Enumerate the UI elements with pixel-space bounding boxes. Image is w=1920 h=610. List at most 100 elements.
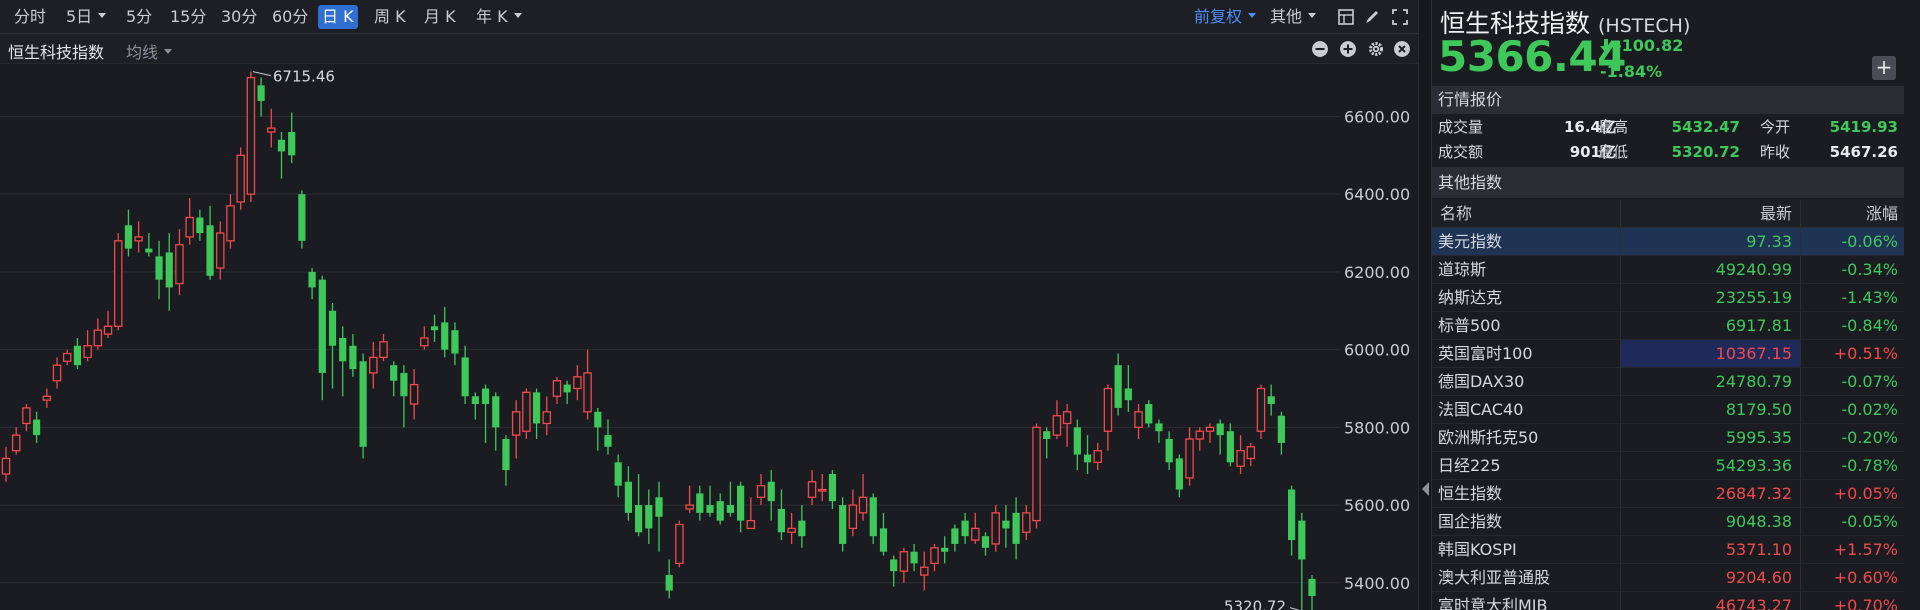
candle-body bbox=[839, 505, 847, 544]
panel-divider[interactable] bbox=[1418, 0, 1432, 610]
candle-body bbox=[1002, 520, 1010, 529]
candle-body bbox=[573, 376, 582, 390]
index-row[interactable]: 美元指数 97.33 -0.06% bbox=[1432, 228, 1904, 256]
candle-body bbox=[471, 396, 479, 405]
col-header-name[interactable]: 名称 bbox=[1440, 200, 1472, 228]
candle bbox=[267, 108, 276, 148]
candle bbox=[594, 407, 602, 451]
period-5day[interactable]: 5日 bbox=[62, 5, 110, 29]
zoom-out-icon[interactable] bbox=[1312, 41, 1328, 57]
stat-label: 成交量 bbox=[1438, 118, 1484, 136]
index-row[interactable]: 道琼斯 49240.99 -0.34% bbox=[1432, 256, 1904, 284]
candle-body bbox=[961, 520, 969, 537]
chevron-down-icon bbox=[1248, 13, 1257, 18]
candle bbox=[552, 376, 562, 405]
index-row[interactable]: 欧洲斯托克50 5995.35 -0.20% bbox=[1432, 424, 1904, 452]
candle-body bbox=[390, 365, 398, 381]
candle-body bbox=[532, 392, 541, 424]
index-row[interactable]: 纳斯达克 23255.19 -1.43% bbox=[1432, 284, 1904, 312]
index-row[interactable]: 澳大利亚普通股 9204.60 +0.60% bbox=[1432, 564, 1904, 592]
ma-dropdown[interactable]: 均线 bbox=[126, 39, 173, 63]
index-row-change: +0.60% bbox=[1833, 568, 1898, 587]
period-60min[interactable]: 60分 bbox=[268, 5, 312, 29]
candle-body bbox=[1155, 423, 1163, 432]
close-icon[interactable] bbox=[1394, 41, 1410, 57]
candlestick-chart[interactable]: 6600.00 6400.00 6200.00 6000.00 5800.00 5600.… bbox=[0, 64, 1418, 610]
chart-title: 恒生科技指数 bbox=[8, 43, 105, 62]
candle-body bbox=[1043, 431, 1051, 440]
candle-body bbox=[777, 508, 786, 533]
index-row-last: 49240.99 bbox=[1715, 260, 1792, 279]
candle-body bbox=[716, 501, 724, 521]
candle bbox=[1155, 419, 1163, 443]
period-yearly[interactable]: 年 K bbox=[472, 5, 526, 29]
chevron-down-icon bbox=[98, 13, 107, 18]
candle-body bbox=[430, 326, 439, 331]
candle bbox=[328, 302, 337, 389]
index-row-change: -0.06% bbox=[1841, 232, 1898, 251]
adjust-dropdown[interactable]: 前复权 bbox=[1190, 5, 1260, 29]
candle-body bbox=[359, 361, 367, 447]
index-row[interactable]: 富时意大利MIB 46743.27 +0.70% bbox=[1432, 592, 1904, 610]
index-row[interactable]: 日经225 54293.36 -0.78% bbox=[1432, 452, 1904, 480]
index-row-change: +0.05% bbox=[1833, 484, 1898, 503]
candle bbox=[675, 520, 684, 568]
candle-body bbox=[767, 481, 775, 502]
col-header-change[interactable]: 涨幅 bbox=[1800, 200, 1904, 228]
candle-body bbox=[451, 330, 459, 354]
candle-body bbox=[818, 488, 827, 492]
fullscreen-icon[interactable] bbox=[1392, 9, 1408, 25]
index-row-change: +0.51% bbox=[1833, 344, 1898, 363]
index-row[interactable]: 标普500 6917.81 -0.84% bbox=[1432, 312, 1904, 340]
period-daily[interactable]: 日 K bbox=[318, 5, 358, 29]
candle bbox=[951, 524, 959, 552]
candle bbox=[1267, 384, 1275, 416]
index-row[interactable]: 国企指数 9048.38 -0.05% bbox=[1432, 508, 1904, 536]
period-15min[interactable]: 15分 bbox=[166, 5, 210, 29]
index-row[interactable]: 韩国KOSPI 5371.10 +1.57% bbox=[1432, 536, 1904, 564]
index-row[interactable]: 恒生指数 26847.32 +0.05% bbox=[1432, 480, 1904, 508]
candle bbox=[746, 497, 756, 530]
add-watchlist-button[interactable]: + bbox=[1872, 56, 1896, 80]
candle-body bbox=[614, 462, 622, 486]
zoom-in-icon[interactable] bbox=[1340, 41, 1356, 57]
collapse-arrow-icon[interactable] bbox=[1422, 482, 1429, 496]
index-row[interactable]: 法国CAC40 8179.50 -0.02% bbox=[1432, 396, 1904, 424]
candle-body bbox=[441, 322, 449, 350]
candle-body bbox=[685, 504, 694, 510]
candle bbox=[1195, 427, 1205, 451]
col-header-last[interactable]: 最新 bbox=[1620, 200, 1800, 228]
candle bbox=[1062, 404, 1072, 447]
period-intraday[interactable]: 分时 bbox=[10, 5, 50, 29]
index-row-change: -0.20% bbox=[1841, 428, 1898, 447]
candle-body bbox=[502, 439, 510, 471]
candle-body bbox=[298, 194, 306, 241]
candle-body bbox=[288, 132, 296, 156]
period-5day-label: 5日 bbox=[66, 7, 93, 26]
layout-icon[interactable] bbox=[1338, 9, 1354, 25]
period-30min[interactable]: 30分 bbox=[217, 5, 261, 29]
index-row[interactable]: 德国DAX30 24780.79 -0.07% bbox=[1432, 368, 1904, 396]
candle-body bbox=[236, 154, 245, 203]
candle bbox=[257, 77, 265, 117]
candle bbox=[920, 551, 929, 591]
candle bbox=[1, 446, 11, 482]
candle-body bbox=[1032, 426, 1041, 522]
column-divider bbox=[1620, 200, 1621, 610]
candle-body bbox=[409, 383, 419, 405]
candle-body bbox=[318, 279, 326, 373]
other-label: 其他 bbox=[1270, 7, 1303, 26]
period-monthly[interactable]: 月 K bbox=[420, 5, 460, 29]
period-5min[interactable]: 5分 bbox=[122, 5, 156, 29]
candle-body bbox=[746, 519, 756, 530]
candle bbox=[981, 532, 990, 556]
settings-gear-icon[interactable] bbox=[1368, 41, 1384, 57]
candle-body bbox=[461, 357, 469, 397]
period-weekly[interactable]: 周 K bbox=[370, 5, 410, 29]
draw-icon[interactable] bbox=[1364, 9, 1380, 25]
candle bbox=[502, 435, 510, 486]
candle-body bbox=[124, 225, 133, 249]
index-row[interactable]: 英国富时100 10367.15 +0.51% bbox=[1432, 340, 1904, 368]
other-dropdown[interactable]: 其他 bbox=[1266, 5, 1320, 29]
candle bbox=[655, 481, 663, 552]
